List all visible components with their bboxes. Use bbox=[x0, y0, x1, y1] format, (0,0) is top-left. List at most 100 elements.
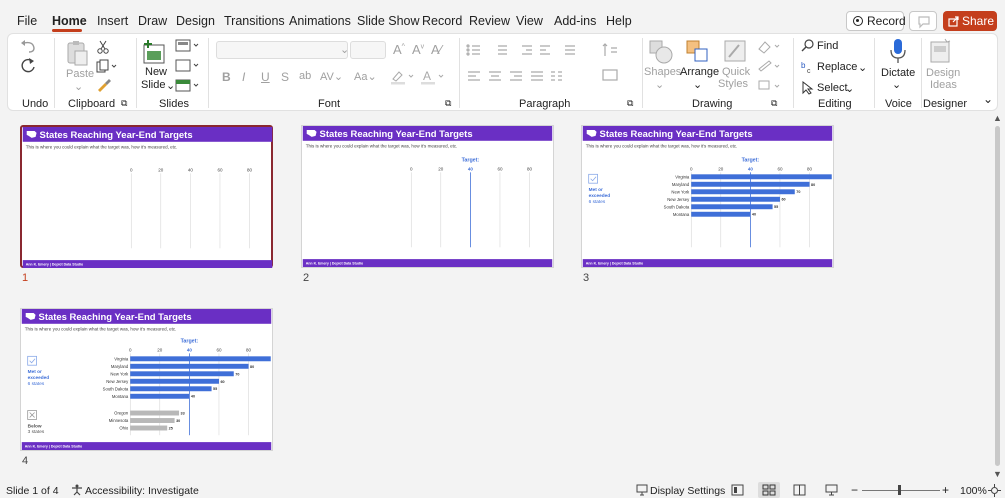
slide-thumbnail-4[interactable]: States Reaching Year-End Targets This is … bbox=[20, 308, 282, 451]
undo-icon[interactable] bbox=[18, 39, 40, 55]
find-icon[interactable] bbox=[801, 39, 815, 53]
status-bar: Slide 1 of 4 Accessibility: Investigate … bbox=[0, 482, 1005, 498]
collapse-ribbon-icon[interactable]: ⌄ bbox=[983, 92, 993, 106]
menu-transitions[interactable]: Transitions bbox=[224, 14, 285, 28]
menu-add-ins[interactable]: Add-ins bbox=[554, 14, 596, 28]
accessibility-status[interactable]: Accessibility: Investigate bbox=[85, 485, 199, 497]
font-color-icon[interactable]: A bbox=[420, 69, 446, 85]
paragraph-tools-icon[interactable] bbox=[465, 42, 635, 90]
zoom-slider-thumb[interactable] bbox=[898, 485, 901, 495]
cut-icon[interactable] bbox=[96, 40, 110, 54]
chevron-down-icon[interactable]: ⌄ bbox=[693, 78, 702, 91]
scroll-up-icon[interactable]: ▲ bbox=[993, 113, 1002, 123]
layout-icon[interactable] bbox=[175, 39, 201, 53]
grow-font-icon[interactable]: A^ bbox=[393, 42, 405, 57]
slide-thumbnail-2[interactable]: States Reaching Year-End Targets This is … bbox=[301, 125, 563, 268]
launcher-icon[interactable]: ⧉ bbox=[627, 98, 633, 109]
design-ideas-label-2[interactable]: Ideas bbox=[930, 79, 957, 91]
chevron-down-icon[interactable]: ⌄ bbox=[655, 78, 664, 91]
section-icon[interactable] bbox=[175, 79, 201, 93]
launcher-icon[interactable]: ⧉ bbox=[771, 98, 777, 109]
menu-record[interactable]: Record bbox=[422, 14, 462, 28]
design-ideas-label-1[interactable]: Design bbox=[926, 67, 960, 79]
redo-icon[interactable] bbox=[18, 57, 38, 75]
chevron-down-icon[interactable]: ⌄ bbox=[74, 80, 83, 93]
menu-animations[interactable]: Animations bbox=[289, 14, 351, 28]
menu-help[interactable]: Help bbox=[606, 14, 632, 28]
shapes-icon[interactable] bbox=[648, 39, 674, 65]
reset-icon[interactable] bbox=[175, 59, 201, 73]
scrollbar-thumb[interactable] bbox=[995, 126, 1000, 466]
select-cursor-icon[interactable] bbox=[801, 81, 815, 95]
new-slide-label-1[interactable]: New bbox=[145, 66, 167, 78]
copy-icon[interactable] bbox=[96, 59, 118, 73]
quick-styles-label-1[interactable]: Quick bbox=[722, 66, 750, 78]
chevron-down-icon[interactable]: ⌄ bbox=[166, 79, 175, 92]
font-name-box[interactable] bbox=[216, 41, 348, 59]
italic-icon[interactable]: I bbox=[242, 70, 245, 84]
microphone-icon[interactable] bbox=[888, 38, 908, 66]
arrange-icon[interactable] bbox=[685, 39, 711, 65]
change-case-icon[interactable]: Aa⌄ bbox=[354, 70, 377, 83]
bold-icon[interactable]: B bbox=[222, 70, 231, 84]
shadow-icon[interactable]: ab bbox=[299, 70, 311, 82]
scroll-down-icon[interactable]: ▼ bbox=[993, 469, 1002, 479]
share-button[interactable]: Share bbox=[943, 11, 997, 31]
paste-icon[interactable] bbox=[65, 39, 89, 67]
zoom-in-icon[interactable]: + bbox=[942, 483, 949, 497]
launcher-icon[interactable]: ⧉ bbox=[121, 98, 127, 109]
new-slide-icon[interactable] bbox=[143, 39, 167, 65]
slide-sorter-view-active[interactable] bbox=[758, 482, 780, 498]
highlight-icon[interactable] bbox=[390, 69, 416, 85]
underline-icon[interactable]: U bbox=[261, 70, 270, 84]
shrink-font-icon[interactable]: Av bbox=[412, 42, 424, 57]
menu-slide-show[interactable]: Slide Show bbox=[357, 14, 420, 28]
accessibility-icon[interactable] bbox=[71, 484, 83, 496]
arrange-label[interactable]: Arrange bbox=[680, 66, 719, 78]
menu-home[interactable]: Home bbox=[52, 14, 87, 28]
slide-subtitle: This is where you could explain what the… bbox=[25, 327, 177, 332]
launcher-icon[interactable]: ⧉ bbox=[445, 98, 451, 109]
zoom-level[interactable]: 100% bbox=[960, 485, 987, 497]
find-label[interactable]: Find bbox=[817, 40, 838, 52]
new-slide-label-2[interactable]: Slide bbox=[141, 79, 165, 91]
menu-design[interactable]: Design bbox=[176, 14, 215, 28]
bar-category-label: Oregon bbox=[114, 411, 129, 416]
zoom-slider-track[interactable] bbox=[862, 490, 940, 491]
menu-draw[interactable]: Draw bbox=[138, 14, 167, 28]
clear-formatting-icon[interactable]: A⁄ bbox=[431, 42, 442, 57]
menu-insert[interactable]: Insert bbox=[97, 14, 128, 28]
font-size-box[interactable] bbox=[350, 41, 386, 59]
comments-button[interactable] bbox=[909, 11, 937, 31]
design-ideas-icon[interactable] bbox=[929, 38, 953, 66]
menu-review[interactable]: Review bbox=[469, 14, 510, 28]
vertical-scrollbar[interactable]: ▲ ▼ bbox=[990, 112, 1005, 482]
select-label[interactable]: Select bbox=[817, 82, 848, 94]
menu-view[interactable]: View bbox=[516, 14, 543, 28]
chevron-down-icon[interactable]: ⌄ bbox=[892, 78, 901, 91]
reading-view-icon[interactable] bbox=[793, 484, 806, 496]
menu-file[interactable]: File bbox=[17, 14, 37, 28]
zoom-out-icon[interactable]: − bbox=[851, 483, 858, 497]
format-painter-icon[interactable] bbox=[96, 78, 112, 92]
chevron-down-icon[interactable]: ⌄ bbox=[340, 43, 349, 56]
slide-thumbnail-3[interactable]: States Reaching Year-End Targets This is … bbox=[581, 125, 843, 268]
shapes-label[interactable]: Shapes bbox=[644, 66, 681, 78]
shape-format-icons[interactable] bbox=[756, 39, 784, 95]
strikethrough-icon[interactable]: S bbox=[281, 70, 289, 84]
record-button[interactable]: Record bbox=[846, 11, 906, 31]
quick-styles-label-2[interactable]: Styles bbox=[718, 78, 748, 90]
normal-view-icon[interactable] bbox=[731, 484, 744, 496]
replace-icon[interactable]: bc bbox=[801, 60, 815, 74]
bar-category-label: Maryland bbox=[672, 182, 690, 187]
display-settings-label[interactable]: Display Settings bbox=[650, 485, 725, 497]
replace-label[interactable]: Replace bbox=[817, 61, 857, 73]
chevron-down-icon[interactable]: ⌄ bbox=[858, 61, 867, 74]
slide-thumbnail-1[interactable]: States Reaching Year-End Targets This is … bbox=[20, 125, 283, 268]
chevron-down-icon[interactable]: ⌄ bbox=[845, 82, 854, 95]
quick-styles-icon[interactable] bbox=[723, 39, 749, 65]
display-settings-icon[interactable] bbox=[636, 484, 648, 496]
slide-show-icon[interactable] bbox=[825, 484, 838, 496]
character-spacing-icon[interactable]: AV⌄ bbox=[320, 70, 343, 83]
fit-to-window-icon[interactable] bbox=[988, 484, 1001, 497]
